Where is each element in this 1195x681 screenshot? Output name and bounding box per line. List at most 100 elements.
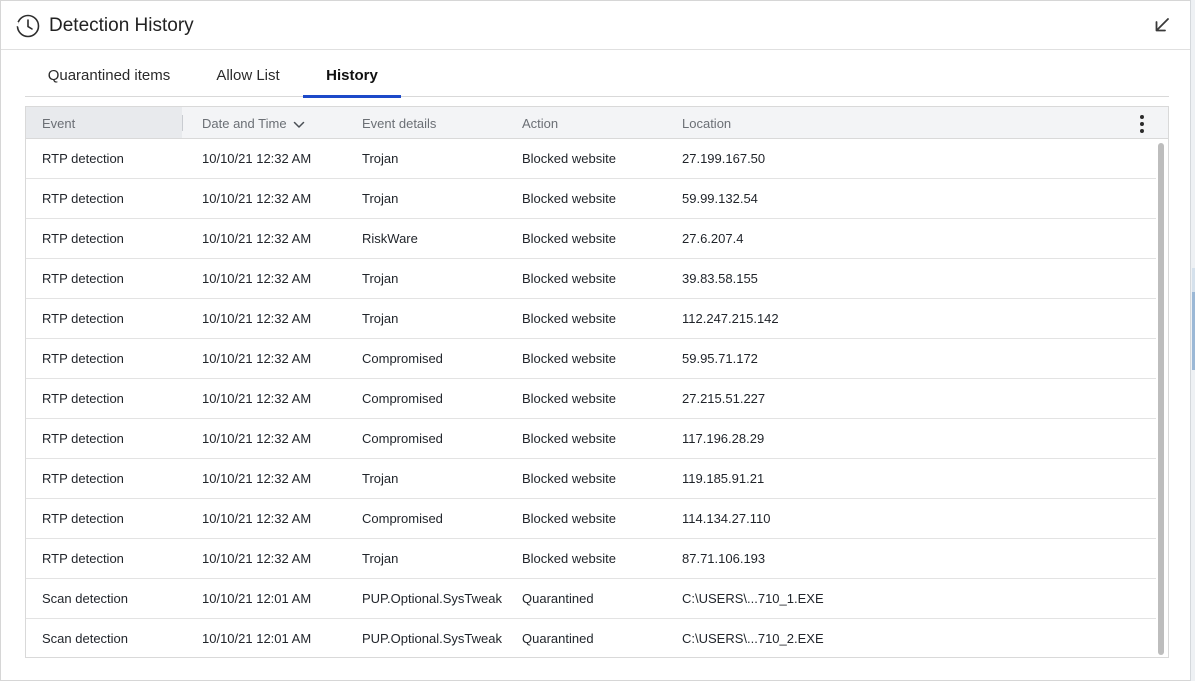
- cell-event-details: RiskWare: [362, 231, 418, 246]
- tab-label: Allow List: [216, 67, 280, 84]
- column-header-location[interactable]: Location: [682, 107, 731, 138]
- cell-location: 27.199.167.50: [682, 151, 766, 166]
- column-label: Action: [522, 116, 559, 131]
- cell-event: RTP detection: [42, 431, 124, 446]
- cell-event-details: Trojan: [362, 271, 399, 286]
- cell-date-time: 10/10/21 12:32 AM: [202, 391, 312, 406]
- cell-event: RTP detection: [42, 471, 124, 486]
- cell-date-time: 10/10/21 12:32 AM: [202, 431, 312, 446]
- cell-action: Blocked website: [522, 511, 616, 526]
- cell-event-details: Trojan: [362, 551, 399, 566]
- tab-label: History: [326, 67, 378, 84]
- cell-date-time: 10/10/21 12:32 AM: [202, 351, 312, 366]
- cell-action: Blocked website: [522, 271, 616, 286]
- cell-event: RTP detection: [42, 551, 124, 566]
- cell-location: 39.83.58.155: [682, 271, 758, 286]
- cell-location: 27.6.207.4: [682, 231, 744, 246]
- chevron-down-icon: [293, 121, 304, 128]
- tab-allow-list[interactable]: Allow List: [213, 57, 283, 97]
- table-row[interactable]: RTP detection 10/10/21 12:32 AM Compromise…: [26, 379, 1156, 419]
- cell-event: RTP detection: [42, 391, 124, 406]
- cell-action: Blocked website: [522, 191, 616, 206]
- tab-quarantined-items[interactable]: Quarantined items: [47, 57, 171, 97]
- arrow-down-left-icon[interactable]: [1151, 14, 1173, 36]
- table-row[interactable]: RTP detection 10/10/21 12:32 AM Trojan Bloc…: [26, 179, 1156, 219]
- cell-date-time: 10/10/21 12:32 AM: [202, 311, 312, 326]
- tab-history[interactable]: History: [303, 57, 401, 98]
- cell-action: Blocked website: [522, 551, 616, 566]
- cell-date-time: 10/10/21 12:01 AM: [202, 591, 312, 606]
- cell-location: 59.95.71.172: [682, 351, 758, 366]
- tab-label: Quarantined items: [47, 67, 171, 84]
- table-header: Event Date and Time Event details Action…: [26, 107, 1168, 139]
- cell-date-time: 10/10/21 12:32 AM: [202, 471, 312, 486]
- table-row[interactable]: RTP detection 10/10/21 12:32 AM Trojan Bloc…: [26, 459, 1156, 499]
- cell-date-time: 10/10/21 12:32 AM: [202, 271, 312, 286]
- column-label: Event details: [362, 116, 437, 131]
- cell-event-details: Compromised: [362, 511, 443, 526]
- history-clock-icon: [16, 14, 40, 38]
- table-row[interactable]: RTP detection 10/10/21 12:32 AM Trojan Bloc…: [26, 299, 1156, 339]
- table-row[interactable]: RTP detection 10/10/21 12:32 AM RiskWare Bl…: [26, 219, 1156, 259]
- column-header-event-details[interactable]: Event details: [362, 107, 436, 138]
- cell-location: 59.99.132.54: [682, 191, 758, 206]
- table-row[interactable]: RTP detection 10/10/21 12:32 AM Trojan Bloc…: [26, 539, 1156, 579]
- cell-event-details: Compromised: [362, 391, 443, 406]
- active-tab-indicator: [303, 95, 401, 98]
- window-title: Detection History: [49, 15, 194, 36]
- table-row[interactable]: Scan detection 10/10/21 12:01 AM PUP.Optio…: [26, 619, 1156, 657]
- cell-action: Blocked website: [522, 231, 616, 246]
- more-vertical-icon[interactable]: [1138, 113, 1146, 135]
- detection-history-window: Detection History Quarantined items Allo…: [0, 0, 1195, 681]
- column-header-action[interactable]: Action: [522, 107, 558, 138]
- cell-event: RTP detection: [42, 231, 124, 246]
- column-divider[interactable]: [182, 115, 183, 131]
- cell-event: RTP detection: [42, 311, 124, 326]
- table-row[interactable]: Scan detection 10/10/21 12:01 AM PUP.Optio…: [26, 579, 1156, 619]
- column-label: Date and Time: [202, 116, 287, 131]
- cell-event-details: Trojan: [362, 311, 399, 326]
- cell-location: C:\USERS\...710_1.EXE: [682, 591, 824, 606]
- cell-date-time: 10/10/21 12:32 AM: [202, 551, 312, 566]
- cell-event-details: Compromised: [362, 431, 443, 446]
- cell-event-details: Trojan: [362, 191, 399, 206]
- cell-action: Blocked website: [522, 351, 616, 366]
- cell-date-time: 10/10/21 12:01 AM: [202, 631, 312, 646]
- cell-action: Quarantined: [522, 591, 594, 606]
- vertical-scrollbar[interactable]: [1158, 143, 1164, 655]
- cell-location: 114.134.27.110: [682, 511, 771, 526]
- history-table: Event Date and Time Event details Action…: [25, 106, 1169, 658]
- column-header-date-time[interactable]: Date and Time: [202, 107, 305, 138]
- cell-event: RTP detection: [42, 511, 124, 526]
- cell-action: Blocked website: [522, 391, 616, 406]
- cell-event: Scan detection: [42, 631, 129, 646]
- column-header-event[interactable]: Event: [26, 107, 182, 138]
- cell-event: Scan detection: [42, 591, 129, 606]
- cell-event: RTP detection: [42, 191, 124, 206]
- cell-location: 112.247.215.142: [682, 311, 779, 326]
- cell-date-time: 10/10/21 12:32 AM: [202, 511, 312, 526]
- cell-event-details: Trojan: [362, 471, 399, 486]
- column-label: Location: [682, 116, 732, 131]
- table-row[interactable]: RTP detection 10/10/21 12:32 AM Compromise…: [26, 499, 1156, 539]
- tab-bar: Quarantined items Allow List History: [25, 57, 1169, 98]
- cell-action: Blocked website: [522, 151, 616, 166]
- cell-action: Blocked website: [522, 311, 616, 326]
- title-bar: Detection History: [1, 1, 1191, 50]
- cell-action: Blocked website: [522, 471, 616, 486]
- cell-date-time: 10/10/21 12:32 AM: [202, 231, 312, 246]
- cell-event-details: PUP.Optional.SysTweak: [362, 631, 502, 646]
- cell-event-details: PUP.Optional.SysTweak: [362, 591, 502, 606]
- cell-action: Blocked website: [522, 431, 616, 446]
- cell-location: 117.196.28.29: [682, 431, 765, 446]
- cell-event-details: Trojan: [362, 151, 399, 166]
- cell-date-time: 10/10/21 12:32 AM: [202, 191, 312, 206]
- cell-action: Quarantined: [522, 631, 594, 646]
- table-row[interactable]: RTP detection 10/10/21 12:32 AM Trojan Bloc…: [26, 139, 1156, 179]
- cell-event-details: Compromised: [362, 351, 443, 366]
- cell-location: C:\USERS\...710_2.EXE: [682, 631, 824, 646]
- table-row[interactable]: RTP detection 10/10/21 12:32 AM Compromise…: [26, 339, 1156, 379]
- table-row[interactable]: RTP detection 10/10/21 12:32 AM Trojan Bloc…: [26, 259, 1156, 299]
- table-body: RTP detection 10/10/21 12:32 AM Trojan Bloc…: [26, 139, 1156, 657]
- table-row[interactable]: RTP detection 10/10/21 12:32 AM Compromise…: [26, 419, 1156, 459]
